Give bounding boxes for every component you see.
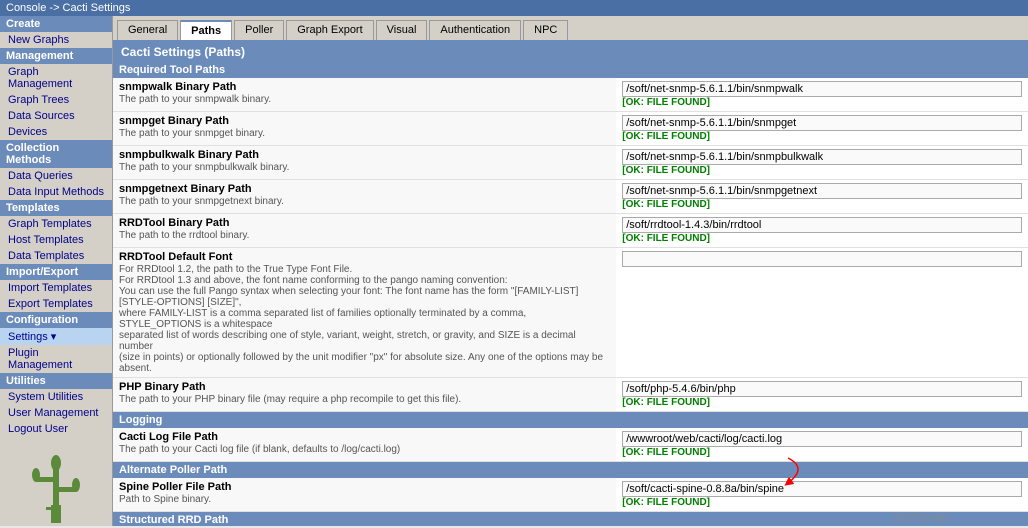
section-structured-rrd: Structured RRD Path: [113, 512, 1028, 526]
input-cacti-log[interactable]: [622, 431, 1022, 447]
tab-npc[interactable]: NPC: [523, 20, 568, 40]
table-row: snmpgetnext Binary Path The path to your…: [113, 180, 1028, 214]
field-name-rrdtool: RRDTool Binary Path: [119, 217, 610, 229]
field-desc-snmpwalk: The path to your snmpwalk binary.: [119, 94, 610, 105]
sidebar: Create New Graphs Management Graph Manag…: [0, 16, 113, 526]
sidebar-item-system-utilities[interactable]: System Utilities: [0, 389, 112, 405]
tabs-container: General Paths Poller Graph Export Visual…: [113, 16, 1028, 42]
section-logging: Logging: [113, 412, 1028, 428]
input-snmpwalk[interactable]: [622, 81, 1022, 97]
status-cacti-log: [OK: FILE FOUND]: [622, 447, 1022, 458]
sidebar-item-data-input-methods[interactable]: Data Input Methods: [0, 184, 112, 200]
field-name-cacti-log: Cacti Log File Path: [119, 431, 610, 443]
table-row: RRDTool Binary Path The path to the rrdt…: [113, 214, 1028, 248]
section-required-tools: Required Tool Paths: [113, 62, 1028, 78]
sidebar-templates-header: Templates: [0, 200, 112, 216]
page-title: Cacti Settings (Paths): [113, 42, 1028, 62]
sidebar-item-host-templates[interactable]: Host Templates: [0, 232, 112, 248]
sidebar-item-plugin-management[interactable]: Plugin Management: [0, 345, 112, 373]
cactus-logo: [26, 445, 86, 525]
table-row: snmpget Binary Path The path to your snm…: [113, 112, 1028, 146]
input-snmpget[interactable]: [622, 115, 1022, 131]
sidebar-configuration-header: Configuration: [0, 312, 112, 328]
field-desc-rrdtool-font: For RRDtool 1.2, the path to the True Ty…: [119, 264, 610, 374]
input-snmpbulkwalk[interactable]: [622, 149, 1022, 165]
tab-paths[interactable]: Paths: [180, 20, 232, 40]
field-desc-php: The path to your PHP binary file (may re…: [119, 394, 610, 405]
tab-graph-export[interactable]: Graph Export: [286, 20, 373, 40]
field-desc-rrdtool: The path to the rrdtool binary.: [119, 230, 610, 241]
input-rrdtool[interactable]: [622, 217, 1022, 233]
input-snmpgetnext[interactable]: [622, 183, 1022, 199]
field-name-snmpbulkwalk: snmpbulkwalk Binary Path: [119, 149, 610, 161]
status-rrdtool: [OK: FILE FOUND]: [622, 233, 1022, 244]
input-rrdtool-font[interactable]: [622, 251, 1022, 267]
content-area: General Paths Poller Graph Export Visual…: [113, 16, 1028, 526]
sidebar-collection-header: Collection Methods: [0, 140, 112, 168]
field-name-rrdtool-font: RRDTool Default Font: [119, 251, 610, 263]
field-desc-snmpget: The path to your snmpget binary.: [119, 128, 610, 139]
field-desc-cacti-log: The path to your Cacti log file (if blan…: [119, 444, 610, 455]
status-snmpget: [OK: FILE FOUND]: [622, 131, 1022, 142]
input-spine[interactable]: [622, 481, 1022, 497]
section-alternate-poller: Alternate Poller Path: [113, 462, 1028, 478]
sidebar-item-import-templates[interactable]: Import Templates: [0, 280, 112, 296]
table-row: Spine Poller File Path Path to Spine bin…: [113, 478, 1028, 512]
breadcrumb: Console -> Cacti Settings: [6, 2, 130, 14]
sidebar-cactus: [0, 437, 112, 526]
table-row: PHP Binary Path The path to your PHP bin…: [113, 378, 1028, 412]
sidebar-item-graph-templates[interactable]: Graph Templates: [0, 216, 112, 232]
table-row: RRDTool Default Font For RRDtool 1.2, th…: [113, 248, 1028, 378]
sidebar-item-logout-user[interactable]: Logout User: [0, 421, 112, 437]
field-name-spine: Spine Poller File Path: [119, 481, 610, 493]
sidebar-utilities-header: Utilities: [0, 373, 112, 389]
sidebar-item-export-templates[interactable]: Export Templates: [0, 296, 112, 312]
sidebar-management-header: Management: [0, 48, 112, 64]
status-spine: [OK: FILE FOUND]: [622, 497, 1022, 508]
sidebar-create-header: Create: [0, 16, 112, 32]
sidebar-importexport-header: Import/Export: [0, 264, 112, 280]
sidebar-item-graph-trees[interactable]: Graph Trees: [0, 92, 112, 108]
field-desc-snmpbulkwalk: The path to your snmpbulkwalk binary.: [119, 162, 610, 173]
sidebar-item-data-sources[interactable]: Data Sources: [0, 108, 112, 124]
poller-table: Spine Poller File Path Path to Spine bin…: [113, 478, 1028, 512]
status-snmpwalk: [OK: FILE FOUND]: [622, 97, 1022, 108]
input-php[interactable]: [622, 381, 1022, 397]
field-desc-spine: Path to Spine binary.: [119, 494, 610, 505]
tab-authentication[interactable]: Authentication: [429, 20, 521, 40]
status-snmpgetnext: [OK: FILE FOUND]: [622, 199, 1022, 210]
sidebar-item-new-graphs[interactable]: New Graphs: [0, 32, 112, 48]
sidebar-item-graph-management[interactable]: Graph Management: [0, 64, 112, 92]
settings-table: snmpwalk Binary Path The path to your sn…: [113, 78, 1028, 412]
field-name-php: PHP Binary Path: [119, 381, 610, 393]
logging-table: Cacti Log File Path The path to your Cac…: [113, 428, 1028, 462]
tab-visual[interactable]: Visual: [376, 20, 428, 40]
table-row: Cacti Log File Path The path to your Cac…: [113, 428, 1028, 462]
field-name-snmpgetnext: snmpgetnext Binary Path: [119, 183, 610, 195]
field-name-snmpwalk: snmpwalk Binary Path: [119, 81, 610, 93]
tab-general[interactable]: General: [117, 20, 178, 40]
sidebar-item-settings[interactable]: Settings ▾: [0, 328, 112, 345]
field-name-snmpget: snmpget Binary Path: [119, 115, 610, 127]
sidebar-item-user-management[interactable]: User Management: [0, 405, 112, 421]
table-row: snmpbulkwalk Binary Path The path to you…: [113, 146, 1028, 180]
watermark: 51CTO.com: [894, 513, 948, 524]
sidebar-item-devices[interactable]: Devices: [0, 124, 112, 140]
tab-poller[interactable]: Poller: [234, 20, 284, 40]
sidebar-item-data-templates[interactable]: Data Templates: [0, 248, 112, 264]
field-desc-snmpgetnext: The path to your snmpgetnext binary.: [119, 196, 610, 207]
sidebar-item-data-queries[interactable]: Data Queries: [0, 168, 112, 184]
status-snmpbulkwalk: [OK: FILE FOUND]: [622, 165, 1022, 176]
status-php: [OK: FILE FOUND]: [622, 397, 1022, 408]
top-bar: Console -> Cacti Settings: [0, 0, 1028, 16]
table-row: snmpwalk Binary Path The path to your sn…: [113, 78, 1028, 112]
